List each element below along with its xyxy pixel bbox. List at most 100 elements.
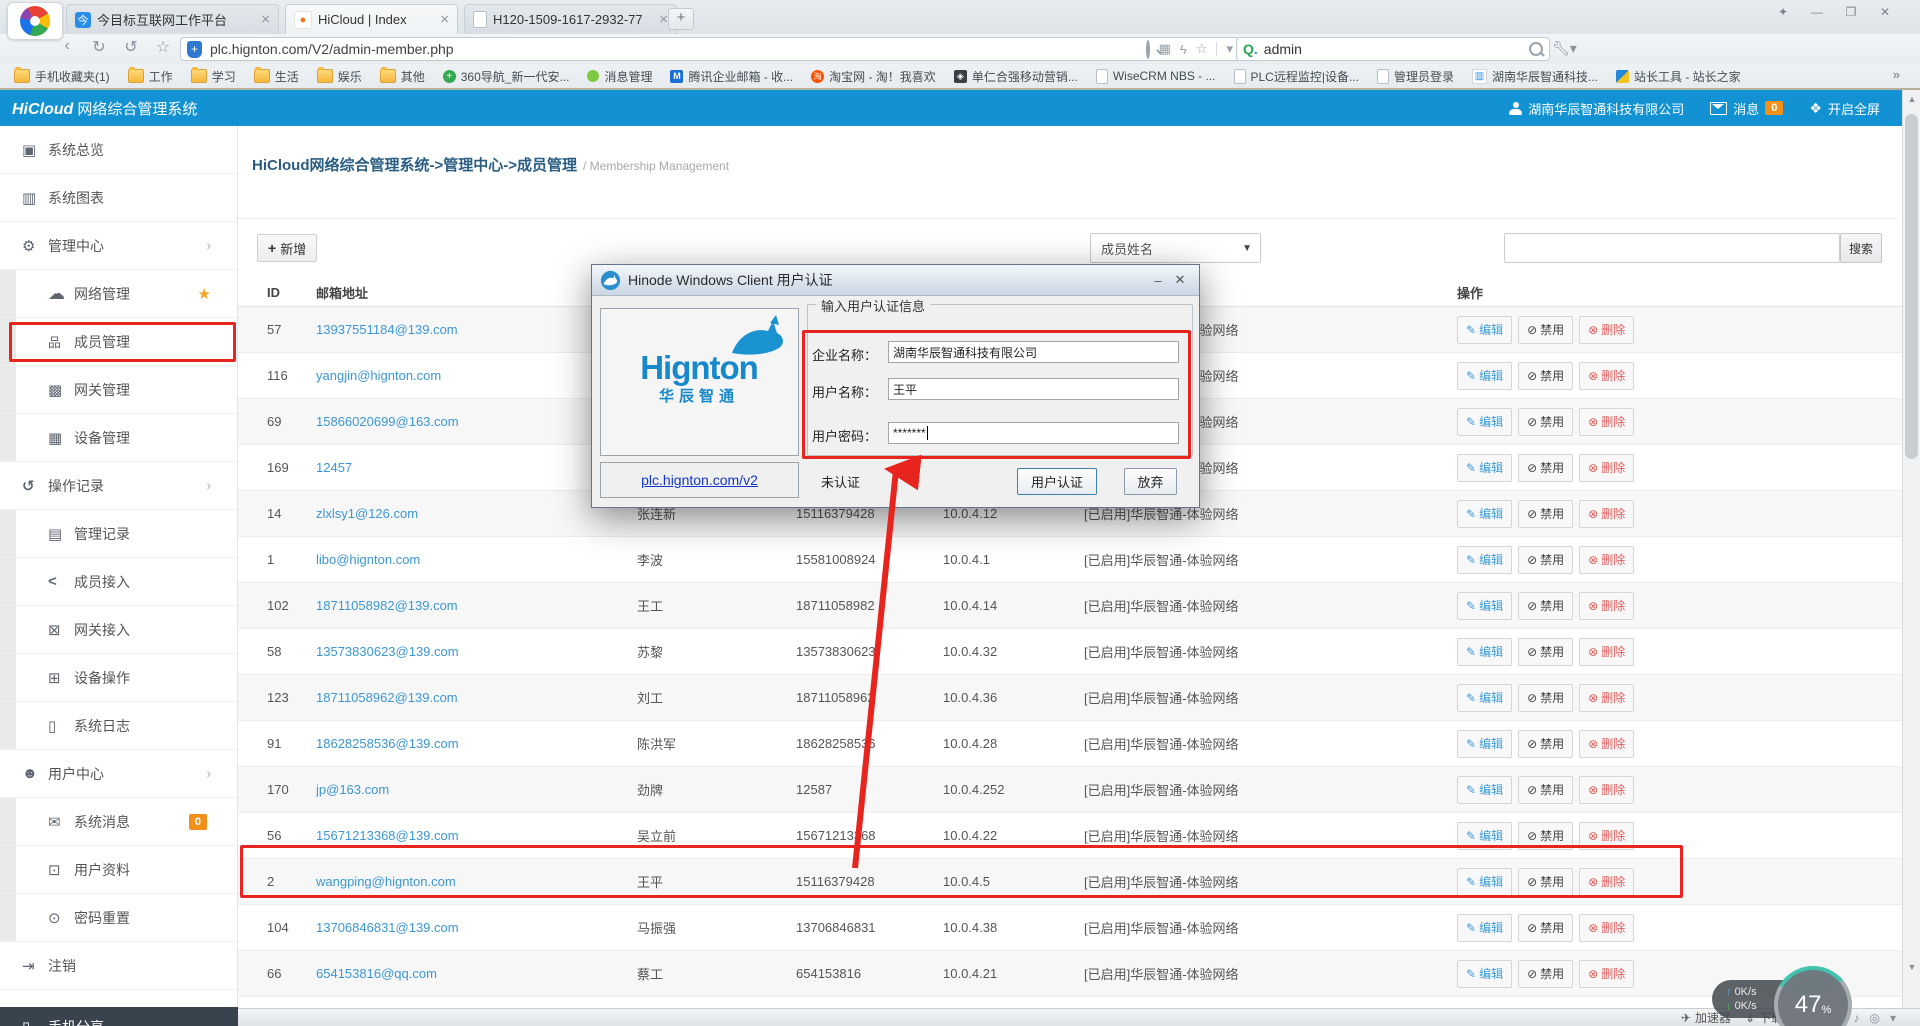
scroll-up-icon[interactable]: ▲ bbox=[1903, 94, 1920, 104]
add-member-button[interactable]: + 新增 bbox=[257, 234, 317, 262]
bookmarks-overflow-icon[interactable]: » bbox=[1893, 67, 1900, 82]
disable-button[interactable]: 禁用 bbox=[1518, 316, 1573, 344]
sidebar-item-bottom[interactable]: 手机分享 bbox=[0, 1007, 238, 1026]
cell-email-link[interactable]: 15866020699@163.com bbox=[316, 414, 637, 429]
delete-button[interactable]: 删除 bbox=[1579, 914, 1634, 942]
browser-tab[interactable]: H120-1509-1617-2932-77 bbox=[464, 4, 677, 34]
cell-email-link[interactable]: zlxlsy1@126.com bbox=[316, 506, 637, 521]
skin-icon[interactable]: ✦ bbox=[1770, 2, 1796, 22]
cell-email-link[interactable]: 13573830623@139.com bbox=[316, 644, 637, 659]
edit-button[interactable]: 编辑 bbox=[1457, 868, 1512, 896]
scrollbar-thumb[interactable] bbox=[1905, 114, 1918, 459]
delete-button[interactable]: 删除 bbox=[1579, 960, 1634, 988]
sidebar-item[interactable]: 系统日志 bbox=[0, 702, 237, 750]
bookmark-item[interactable]: PLC远程监控|设备... bbox=[1234, 68, 1359, 85]
delete-button[interactable]: 删除 bbox=[1579, 822, 1634, 850]
bookmark-item[interactable]: 湖南华辰智通科技... bbox=[1472, 68, 1598, 85]
bookmark-item[interactable]: 学习 bbox=[191, 68, 236, 85]
sidebar-item[interactable]: 系统总览 bbox=[0, 126, 237, 174]
disable-button[interactable]: 禁用 bbox=[1518, 546, 1573, 574]
close-icon[interactable]: ✕ bbox=[1872, 2, 1898, 22]
bookmark-item[interactable]: 生活 bbox=[254, 68, 299, 85]
edit-button[interactable]: 编辑 bbox=[1457, 362, 1512, 390]
messages-menu[interactable]: 消息 0 bbox=[1710, 99, 1783, 118]
site-shield-icon[interactable]: + bbox=[187, 41, 202, 58]
delete-button[interactable]: 删除 bbox=[1579, 546, 1634, 574]
cell-email-link[interactable]: wangping@hignton.com bbox=[316, 874, 637, 889]
bookmark-item[interactable]: 管理员登录 bbox=[1377, 68, 1454, 85]
disable-button[interactable]: 禁用 bbox=[1518, 776, 1573, 804]
sound-icon[interactable]: ♪ bbox=[1853, 1011, 1859, 1025]
edit-button[interactable]: 编辑 bbox=[1457, 546, 1512, 574]
dialog-close-icon[interactable]: ✕ bbox=[1169, 272, 1191, 288]
sidebar-item[interactable]: 成员管理 bbox=[0, 318, 237, 366]
cell-email-link[interactable]: yangjin@hignton.com bbox=[316, 368, 637, 383]
refresh-icon[interactable]: ↻ bbox=[88, 37, 110, 57]
authenticate-button[interactable]: 用户认证 bbox=[1017, 468, 1097, 495]
disable-button[interactable]: 禁用 bbox=[1518, 362, 1573, 390]
delete-button[interactable]: 删除 bbox=[1579, 316, 1634, 344]
sidebar-item[interactable]: 设备管理 bbox=[0, 414, 237, 462]
company-field[interactable]: 湖南华辰智通科技有限公司 bbox=[888, 341, 1179, 363]
edit-button[interactable]: 编辑 bbox=[1457, 776, 1512, 804]
sidebar-item[interactable]: 系统图表 bbox=[0, 174, 237, 222]
undo-icon[interactable]: ↺ bbox=[120, 37, 142, 57]
chevron-down-icon[interactable]: ▾ bbox=[1890, 1011, 1896, 1025]
tab-close-icon[interactable] bbox=[261, 11, 270, 28]
delete-button[interactable]: 删除 bbox=[1579, 408, 1634, 436]
bookmark-item[interactable]: 娱乐 bbox=[317, 68, 362, 85]
company-menu[interactable]: 湖南华辰智通科技有限公司 bbox=[1509, 99, 1684, 118]
cell-email-link[interactable]: 18711058982@139.com bbox=[316, 598, 637, 613]
browser-tab[interactable]: HiCloud | Index bbox=[285, 4, 458, 34]
disable-button[interactable]: 禁用 bbox=[1518, 914, 1573, 942]
bookmark-item[interactable]: 单仁合强移动营销... bbox=[954, 68, 1078, 85]
minimize-icon[interactable]: — bbox=[1804, 2, 1830, 22]
member-filter-select[interactable]: 成员姓名 ▼ bbox=[1090, 233, 1261, 263]
delete-button[interactable]: 删除 bbox=[1579, 684, 1634, 712]
sidebar-item[interactable]: 设备操作 bbox=[0, 654, 237, 702]
delete-button[interactable]: 删除 bbox=[1579, 638, 1634, 666]
sidebar-item[interactable]: 用户资料 bbox=[0, 846, 237, 894]
username-field[interactable]: 王平 bbox=[888, 378, 1179, 400]
cell-email-link[interactable]: 654153816@qq.com bbox=[316, 966, 637, 981]
sidebar-item[interactable]: 操作记录 bbox=[0, 462, 237, 510]
edit-button[interactable]: 编辑 bbox=[1457, 684, 1512, 712]
vertical-scrollbar[interactable]: ▲ ▼ bbox=[1902, 90, 1920, 1008]
sidebar-item[interactable]: 注销 bbox=[0, 942, 237, 990]
browser-logo[interactable] bbox=[7, 2, 63, 40]
bookmark-star-icon[interactable]: ☆ bbox=[1196, 41, 1208, 57]
disable-button[interactable]: 禁用 bbox=[1518, 454, 1573, 482]
edit-button[interactable]: 编辑 bbox=[1457, 408, 1512, 436]
cell-email-link[interactable]: 18628258536@139.com bbox=[316, 736, 637, 751]
new-tab-button[interactable]: + bbox=[668, 8, 694, 30]
cell-email-link[interactable]: 13937551184@139.com bbox=[316, 322, 637, 337]
edit-button[interactable]: 编辑 bbox=[1457, 914, 1512, 942]
url-text[interactable]: plc.hignton.com/V2/admin-member.php bbox=[210, 41, 1146, 57]
dialog-minimize-icon[interactable]: – bbox=[1147, 273, 1169, 288]
zoom-page-icon[interactable] bbox=[1146, 42, 1150, 57]
fullscreen-button[interactable]: 开启全屏 bbox=[1809, 99, 1880, 118]
bookmark-item[interactable]: 手机收藏夹(1) bbox=[14, 68, 110, 85]
edit-button[interactable]: 编辑 bbox=[1457, 454, 1512, 482]
bookmark-item[interactable]: 站长工具 - 站长之家 bbox=[1616, 68, 1741, 85]
bookmark-item[interactable]: 其他 bbox=[380, 68, 425, 85]
delete-button[interactable]: 删除 bbox=[1579, 500, 1634, 528]
bookmark-item[interactable]: 360导航_新一代安... bbox=[443, 68, 570, 85]
cell-email-link[interactable]: jp@163.com bbox=[316, 782, 637, 797]
sidebar-item[interactable]: 网关管理 bbox=[0, 366, 237, 414]
tab-close-icon[interactable] bbox=[440, 11, 449, 28]
disable-button[interactable]: 禁用 bbox=[1518, 408, 1573, 436]
password-field[interactable]: ******* bbox=[888, 422, 1179, 444]
bookmark-item[interactable]: 消息管理 bbox=[587, 68, 652, 85]
sidebar-item[interactable]: 管理中心 bbox=[0, 222, 237, 270]
disable-button[interactable]: 禁用 bbox=[1518, 684, 1573, 712]
edit-button[interactable]: 编辑 bbox=[1457, 638, 1512, 666]
edit-button[interactable]: 编辑 bbox=[1457, 592, 1512, 620]
edit-button[interactable]: 编辑 bbox=[1457, 822, 1512, 850]
search-query-text[interactable]: admin bbox=[1264, 41, 1529, 57]
member-search-input[interactable] bbox=[1504, 233, 1840, 263]
cell-email-link[interactable]: 18711058962@139.com bbox=[316, 690, 637, 705]
cell-email-link[interactable]: 13706846831@139.com bbox=[316, 920, 637, 935]
delete-button[interactable]: 删除 bbox=[1579, 776, 1634, 804]
edit-button[interactable]: 编辑 bbox=[1457, 730, 1512, 758]
